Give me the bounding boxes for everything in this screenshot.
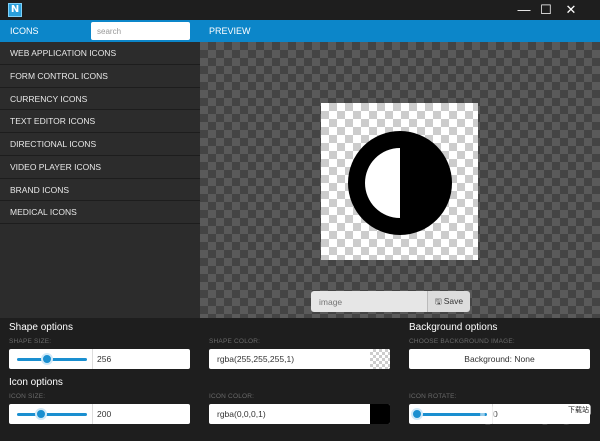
background-image-label: CHOOSE BACKGROUND IMAGE: <box>409 338 515 345</box>
shape-size-label: SHAPE SIZE: <box>9 338 52 345</box>
preview-area: 🖫Save <box>200 42 600 318</box>
sidebar-item-form-control[interactable]: FORM CONTROL ICONS <box>0 65 200 88</box>
sidebar-item-video-player[interactable]: VIDEO PLAYER ICONS <box>0 156 200 179</box>
shape-color-label: SHAPE COLOR: <box>209 338 261 345</box>
shape-color-value[interactable]: rgba(255,255,255,1) <box>217 354 294 364</box>
save-button-label: Save <box>443 296 464 306</box>
search-input[interactable] <box>91 22 190 40</box>
sidebar-item-text-editor[interactable]: TEXT EDITOR ICONS <box>0 110 200 133</box>
sidebar-item-currency[interactable]: CURRENCY ICONS <box>0 88 200 111</box>
icon-size-label: ICON SIZE: <box>9 393 46 400</box>
sidebar-item-brand[interactable]: BRAND ICONS <box>0 179 200 202</box>
icon-size-control: 200 <box>9 404 190 424</box>
shape-color-input[interactable]: rgba(255,255,255,1) <box>209 349 390 369</box>
sidebar-item-directional[interactable]: DIRECTIONAL ICONS <box>0 133 200 156</box>
sidebar-item-web-application[interactable]: WEB APPLICATION ICONS <box>0 42 200 65</box>
adjust-icon <box>348 131 452 235</box>
title-bar: N — ☐ ✕ <box>0 0 600 20</box>
shape-size-value[interactable]: 256 <box>97 354 111 364</box>
save-button[interactable]: 🖫 Save <box>427 291 470 312</box>
icon-size-slider-track[interactable] <box>17 413 87 416</box>
icon-rotate-slider-track[interactable] <box>417 413 487 416</box>
watermark-sub: .com <box>566 416 584 425</box>
watermark-text: UEBUG <box>478 402 577 430</box>
icon-options-title: Icon options <box>9 377 63 388</box>
minimize-icon[interactable]: — <box>513 1 535 19</box>
floppy-disk-icon: 🖫 <box>434 297 442 306</box>
watermark: UEBUG 下载站 .com <box>478 402 598 438</box>
watermark-badge: 下载站 <box>566 405 591 415</box>
icon-size-value[interactable]: 200 <box>97 409 111 419</box>
shape-size-slider-thumb[interactable] <box>41 353 53 365</box>
icon-rotate-label: ICON ROTATE: <box>409 393 457 400</box>
shape-size-control: 256 <box>9 349 190 369</box>
icon-color-swatch[interactable] <box>370 404 390 424</box>
header-bar: ICONS PREVIEW <box>0 20 600 42</box>
icon-color-label: ICON COLOR: <box>209 393 255 400</box>
icon-canvas <box>321 103 478 260</box>
preview-heading: PREVIEW <box>209 26 251 36</box>
icons-heading: ICONS <box>10 26 39 36</box>
background-options-title: Background options <box>409 322 498 333</box>
filename-input[interactable] <box>311 291 427 312</box>
icon-category-sidebar: WEB APPLICATION ICONS FORM CONTROL ICONS… <box>0 42 200 318</box>
app-logo-icon: N <box>8 3 22 17</box>
maximize-icon[interactable]: ☐ <box>535 1 557 19</box>
icon-size-slider-thumb[interactable] <box>35 408 47 420</box>
shape-color-swatch[interactable] <box>370 349 390 369</box>
icon-color-input[interactable]: rgba(0,0,0,1) <box>209 404 390 424</box>
icon-color-value[interactable]: rgba(0,0,0,1) <box>217 409 266 419</box>
background-image-button[interactable]: Background: None <box>409 349 590 369</box>
close-icon[interactable]: ✕ <box>560 1 582 19</box>
icon-rotate-slider-thumb[interactable] <box>411 408 423 420</box>
shape-options-title: Shape options <box>9 322 73 333</box>
sidebar-item-medical[interactable]: MEDICAL ICONS <box>0 201 200 224</box>
